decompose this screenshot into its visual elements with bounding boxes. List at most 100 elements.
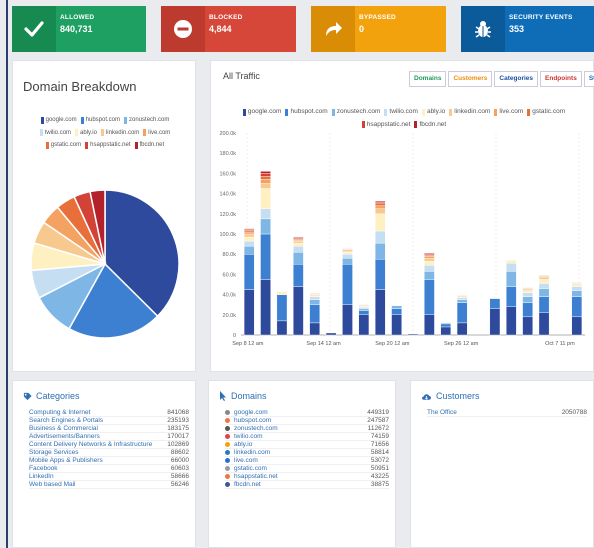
bar-segment-live-com[interactable] (374, 205, 386, 209)
table-row[interactable]: Web based Mail 56246 (29, 481, 189, 489)
bar-segment-google-com[interactable] (243, 289, 255, 336)
bar-segment-google-com[interactable] (260, 279, 271, 336)
bar-segment-live-com[interactable] (260, 179, 271, 184)
bar-segment-ably-io[interactable] (506, 260, 517, 264)
bar-segment-google-com[interactable] (571, 316, 583, 336)
bar-stack[interactable] (424, 253, 435, 336)
legend-item[interactable]: twilio.com (384, 107, 418, 117)
bar-segment-fbcdn-net[interactable] (424, 253, 435, 255)
bar-segment-ably-io[interactable] (571, 284, 583, 287)
bar-segment-gstatic-com[interactable] (374, 203, 386, 206)
tab-states[interactable]: States (583, 71, 594, 87)
bar-segment-google-com[interactable] (309, 322, 320, 336)
bar-stack[interactable] (489, 298, 501, 336)
bar-stack[interactable] (243, 228, 255, 336)
bar-segment-hsappstatic-net[interactable] (374, 201, 386, 204)
bar-segment-zonustech-com[interactable] (342, 258, 353, 265)
bar-segment-hubspot-com[interactable] (276, 294, 288, 322)
bar-segment-google-com[interactable] (440, 326, 452, 336)
bar-stack[interactable] (276, 291, 288, 336)
tab-endpoints[interactable]: Endpoints (540, 71, 582, 87)
bar-stack[interactable] (309, 292, 320, 336)
tile-allowed[interactable]: ALLOWED 840,731 (12, 6, 146, 52)
bar-segment-hubspot-com[interactable] (424, 279, 435, 315)
bar-stack[interactable] (358, 303, 370, 336)
tile-bypassed[interactable]: BYPASSED 0 (311, 6, 446, 52)
bar-segment-ably-io[interactable] (342, 251, 353, 255)
tab-customers[interactable]: Customers (448, 71, 493, 87)
bar-segment-twilio-com[interactable] (309, 296, 320, 300)
bar-segment-ably-io[interactable] (538, 279, 550, 284)
bar-stack[interactable] (374, 200, 386, 336)
bar-segment-gstatic-com[interactable] (243, 230, 255, 233)
bar-segment-twilio-com[interactable] (522, 292, 533, 297)
tab-domains[interactable]: Domains (409, 71, 447, 87)
table-row[interactable]: fbcdn.net 38875 (225, 481, 389, 489)
bar-segment-google-com[interactable] (276, 320, 288, 336)
bar-segment-zonustech-com[interactable] (293, 251, 304, 265)
bar-segment-zonustech-com[interactable] (309, 299, 320, 305)
legend-item[interactable]: gstatic.com (527, 107, 565, 117)
legend-item[interactable]: zonustech.com (124, 115, 169, 125)
bar-segment-google-com[interactable] (538, 312, 550, 336)
bar-stack[interactable] (506, 260, 517, 336)
bar-segment-hubspot-com[interactable] (489, 298, 501, 309)
legend-item[interactable]: hubspot.com (80, 115, 120, 125)
bar-segment-hubspot-com[interactable] (571, 296, 583, 318)
bar-segment-google-com[interactable] (374, 289, 386, 336)
bar-segment-twilio-com[interactable] (293, 245, 304, 253)
bar-segment-zonustech-com[interactable] (522, 296, 533, 303)
bar-segment-hubspot-com[interactable] (309, 304, 320, 324)
bar-segment-hubspot-com[interactable] (440, 323, 452, 328)
bar-stack[interactable] (522, 287, 533, 336)
bar-stack[interactable] (456, 294, 468, 336)
bar-segment-gstatic-com[interactable] (260, 176, 271, 180)
tab-categories[interactable]: Categories (494, 71, 539, 87)
bar-segment-fbcdn-net[interactable] (260, 171, 271, 174)
bar-segment-fbcdn-net[interactable] (293, 237, 304, 239)
bar-segment-google-com[interactable] (391, 314, 402, 336)
bar-segment-hubspot-com[interactable] (293, 264, 304, 287)
bar-segment-ably-io[interactable] (243, 236, 255, 242)
bar-segment-live-com[interactable] (424, 256, 435, 259)
bar-segment-zonustech-com[interactable] (424, 271, 435, 280)
bar-segment-zonustech-com[interactable] (456, 299, 468, 303)
bar-segment-google-com[interactable] (506, 306, 517, 336)
legend-item[interactable]: fbcdn.net (134, 140, 164, 150)
bar-segment-twilio-com[interactable] (571, 286, 583, 291)
bar-segment-hsappstatic-net[interactable] (260, 173, 271, 177)
legend-item[interactable]: ably.io (75, 128, 97, 138)
bar-segment-twilio-com[interactable] (374, 230, 386, 244)
bar-segment-hubspot-com[interactable] (456, 302, 468, 324)
bar-segment-hubspot-com[interactable] (374, 259, 386, 290)
bar-segment-google-com[interactable] (424, 314, 435, 336)
tile-blocked[interactable]: BLOCKED 4,844 (161, 6, 296, 52)
bar-segment-twilio-com[interactable] (538, 283, 550, 289)
bar-segment-google-com[interactable] (358, 314, 370, 336)
bar-segment-google-com[interactable] (325, 332, 337, 336)
bar-stack[interactable] (342, 248, 353, 336)
bar-segment-ably-io[interactable] (293, 242, 304, 247)
bar-segment-twilio-com[interactable] (506, 263, 517, 272)
bar-segment-twilio-com[interactable] (243, 240, 255, 247)
bar-segment-twilio-com[interactable] (456, 297, 468, 300)
bar-segment-hubspot-com[interactable] (358, 310, 370, 315)
bar-segment-twilio-com[interactable] (260, 208, 271, 220)
bar-stack[interactable] (571, 282, 583, 336)
legend-item[interactable]: google.com (40, 115, 77, 125)
bar-segment-zonustech-com[interactable] (391, 305, 402, 309)
bar-segment-google-com[interactable] (489, 308, 501, 336)
bar-segment-ably-io[interactable] (374, 213, 386, 232)
legend-item[interactable]: gstatic.com (45, 140, 81, 150)
table-row[interactable]: The Office 2050788 (427, 409, 587, 417)
bar-stack[interactable] (391, 305, 402, 336)
bar-segment-linkedin-com[interactable] (538, 277, 550, 280)
bar-segment-live-com[interactable] (243, 231, 255, 235)
bar-segment-hubspot-com[interactable] (522, 302, 533, 318)
bar-segment-zonustech-com[interactable] (571, 290, 583, 297)
bar-stack[interactable] (260, 171, 271, 336)
bar-segment-hubspot-com[interactable] (391, 308, 402, 316)
legend-item[interactable]: twilio.com (39, 128, 71, 138)
bar-stack[interactable] (440, 322, 452, 336)
bar-segment-fbcdn-net[interactable] (374, 200, 386, 203)
